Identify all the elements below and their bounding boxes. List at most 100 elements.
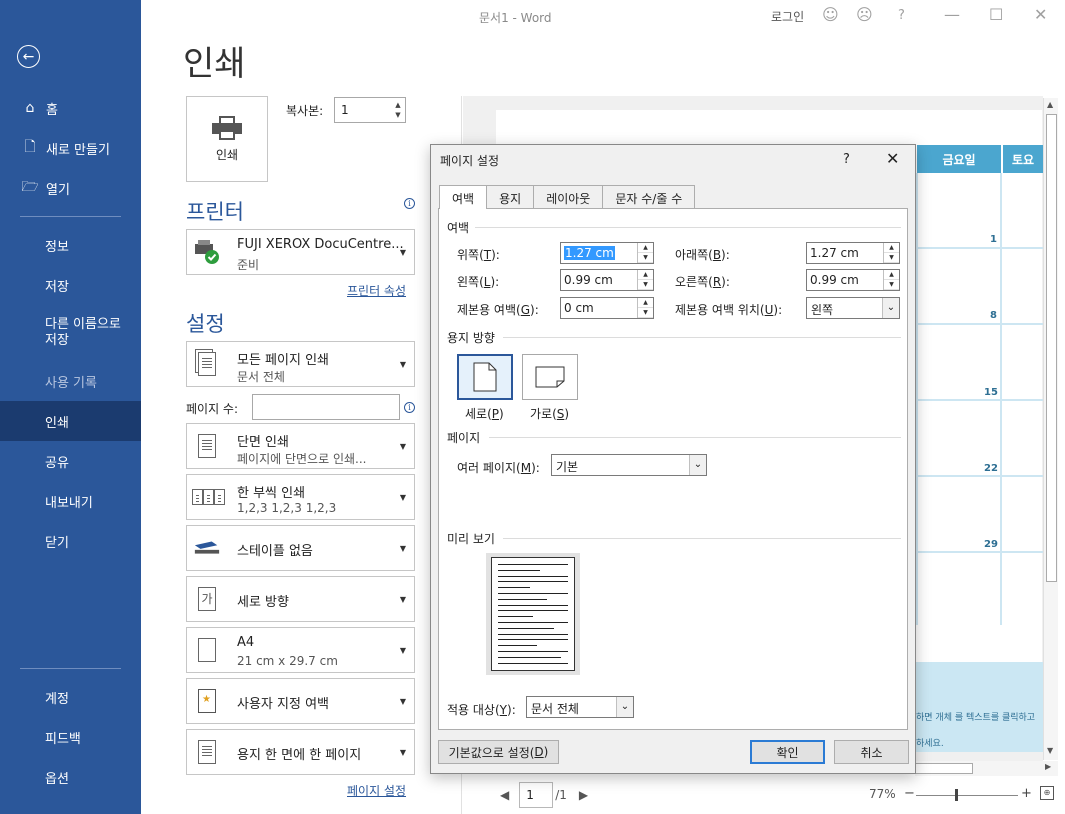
previous-page-icon[interactable]: ◀: [500, 788, 509, 802]
page-setup-link[interactable]: 페이지 설정: [347, 782, 406, 799]
calendar-footer-text: 하면 개체 를 텍스트를 클릭하고: [916, 713, 1036, 723]
top-margin-stepper[interactable]: 1.27 cm ▲ ▼: [560, 242, 654, 264]
zoom-in-icon[interactable]: +: [1021, 786, 1032, 801]
tab-document-grid[interactable]: 문자 수/줄 수: [602, 185, 696, 208]
smile-feedback-icon[interactable]: ☺: [822, 5, 839, 24]
bottom-margin-stepper[interactable]: 1.27 cm ▲ ▼: [806, 242, 900, 264]
left-margin-stepper[interactable]: 0.99 cm ▲ ▼: [560, 269, 654, 291]
dialog-tabs: 여백 용지 레이아웃 문자 수/줄 수: [439, 185, 696, 209]
ok-button[interactable]: 확인: [750, 740, 825, 764]
staple-select[interactable]: 스테이플 없음 ▼: [186, 525, 415, 571]
gutter-position-select[interactable]: 왼쪽 ⌄: [806, 297, 900, 319]
sidebar-item-account[interactable]: 계정: [0, 677, 141, 717]
portrait-button[interactable]: [457, 354, 513, 400]
maximize-icon[interactable]: ☐: [989, 5, 1003, 24]
login-link[interactable]: 로그인: [771, 8, 804, 25]
print-button[interactable]: 인쇄: [186, 96, 268, 182]
stepper-arrows-icon[interactable]: ▲ ▼: [393, 100, 403, 120]
left-margin-label: 왼쪽(L):: [457, 275, 500, 289]
orientation-select[interactable]: 가 세로 방향 ▼: [186, 576, 415, 622]
sidebar-item-options[interactable]: 옵션: [0, 757, 141, 797]
sidebar-item-feedback[interactable]: 피드백: [0, 717, 141, 757]
sidebar-divider: [20, 216, 121, 217]
sidebar-item-share[interactable]: 공유: [0, 441, 141, 481]
sidebar-item-home[interactable]: ⌂ 홈: [0, 88, 141, 128]
apply-to-select[interactable]: 문서 전체 ⌄: [526, 696, 634, 718]
back-button[interactable]: ←: [17, 45, 40, 68]
sides-select[interactable]: 단면 인쇄 페이지에 단면으로 인쇄... ▼: [186, 423, 415, 469]
minimize-icon[interactable]: —: [944, 5, 960, 24]
multiple-pages-select[interactable]: 기본 ⌄: [551, 454, 707, 476]
preview-text-line: [498, 610, 568, 612]
stapler-icon: [193, 534, 221, 562]
stepper-arrows-icon[interactable]: ▲ ▼: [883, 270, 899, 290]
zoom-slider[interactable]: [916, 795, 1018, 796]
sidebar-item-new[interactable]: 🗋 새로 만들기: [0, 128, 141, 168]
cancel-button[interactable]: 취소: [834, 740, 909, 764]
multiple-pages-label: 여러 페이지(M):: [457, 461, 540, 475]
fit-to-page-icon[interactable]: ⊕: [1040, 786, 1054, 800]
scroll-down-icon[interactable]: ▼: [1047, 746, 1053, 755]
horizontal-scrollbar[interactable]: ▶: [915, 761, 1058, 776]
copies-stepper[interactable]: 1 ▲ ▼: [334, 97, 406, 123]
sidebar-item-history[interactable]: 사용 기록: [0, 361, 141, 401]
page-number-input[interactable]: 1: [519, 782, 554, 808]
chevron-down-icon: ⌄: [689, 455, 706, 475]
info-icon[interactable]: i: [404, 402, 415, 413]
help-icon[interactable]: ?: [898, 8, 905, 23]
zoom-out-icon[interactable]: −: [904, 786, 915, 801]
top-margin-label: 위쪽(T):: [457, 248, 500, 262]
stepper-arrows-icon[interactable]: ▲ ▼: [637, 243, 653, 263]
all-pages-icon: [193, 350, 221, 378]
stepper-arrows-icon[interactable]: ▲ ▼: [883, 243, 899, 263]
frown-feedback-icon[interactable]: ☹: [856, 5, 873, 24]
preview-text-line: [498, 627, 554, 629]
preview-text-line: [498, 645, 537, 647]
pages-input[interactable]: [252, 394, 400, 420]
dialog-close-icon[interactable]: ✕: [886, 149, 899, 168]
vertical-scrollbar[interactable]: ▲ ▼: [1043, 98, 1058, 760]
printer-select[interactable]: FUJI XEROX DocuCentre... 준비 ▼: [186, 229, 415, 275]
sidebar-item-print[interactable]: 인쇄: [0, 401, 141, 441]
stepper-arrows-icon[interactable]: ▲ ▼: [637, 270, 653, 290]
sidebar-item-close[interactable]: 닫기: [0, 521, 141, 561]
calendar-day: 15: [984, 387, 998, 398]
paper-size-select[interactable]: A4 21 cm x 29.7 cm ▼: [186, 627, 415, 673]
calendar-row: [916, 249, 1043, 325]
stepper-arrows-icon[interactable]: ▲ ▼: [637, 298, 653, 318]
sidebar-divider: [20, 668, 121, 669]
info-icon[interactable]: i: [404, 198, 415, 209]
scrollbar-thumb[interactable]: [915, 763, 973, 774]
sidebar-item-save[interactable]: 저장: [0, 265, 141, 305]
sidebar-item-export[interactable]: 내보내기: [0, 481, 141, 521]
sidebar-item-save-as[interactable]: 다른 이름으로 저장: [0, 305, 141, 361]
print-range-select[interactable]: 모든 페이지 인쇄 문서 전체 ▼: [186, 341, 415, 387]
right-margin-stepper[interactable]: 0.99 cm ▲ ▼: [806, 269, 900, 291]
chevron-down-icon: ▼: [399, 442, 406, 451]
sidebar-item-open[interactable]: 🗁 열기: [0, 168, 141, 208]
scroll-up-icon[interactable]: ▲: [1047, 100, 1053, 109]
chevron-down-icon: ▼: [399, 360, 406, 369]
next-page-icon[interactable]: ▶: [579, 788, 588, 802]
landscape-button[interactable]: [522, 354, 578, 400]
collate-select[interactable]: 한 부씩 인쇄 1,2,3 1,2,3 1,2,3 ▼: [186, 474, 415, 520]
printer-properties-link[interactable]: 프린터 속성: [347, 282, 406, 299]
margins-select[interactable]: ★ 사용자 지정 여백 ▼: [186, 678, 415, 724]
preview-text-line: [498, 569, 540, 571]
close-window-icon[interactable]: ✕: [1034, 5, 1047, 24]
preview-text-line: [498, 587, 530, 589]
scrollbar-thumb[interactable]: [1046, 114, 1057, 582]
pages-per-sheet-select[interactable]: 용지 한 면에 한 페이지 ▼: [186, 729, 415, 775]
scroll-right-icon[interactable]: ▶: [1045, 762, 1051, 771]
gutter-stepper[interactable]: 0 cm ▲ ▼: [560, 297, 654, 319]
set-as-default-button[interactable]: 기본값으로 설정(D): [438, 740, 559, 764]
dialog-help-button[interactable]: ?: [843, 152, 850, 167]
preview-text-line: [498, 581, 568, 583]
tab-layout[interactable]: 레이아웃: [533, 185, 604, 208]
sidebar-item-info[interactable]: 정보: [0, 225, 141, 265]
tab-paper[interactable]: 용지: [486, 185, 535, 208]
preview-text-line: [498, 651, 568, 652]
tab-margins[interactable]: 여백: [439, 185, 488, 209]
bottom-margin-label: 아래쪽(B):: [675, 248, 730, 262]
zoom-slider-thumb[interactable]: [955, 789, 958, 801]
